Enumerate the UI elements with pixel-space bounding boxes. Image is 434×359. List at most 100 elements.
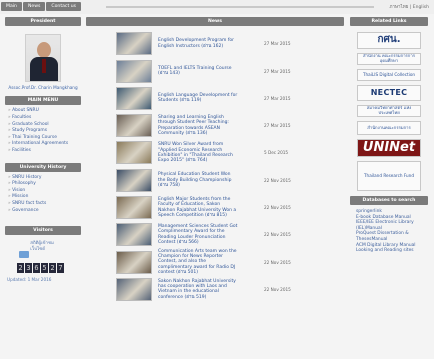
news-title[interactable]: TOEFL and IELTS Training Course (อ่าน 14… bbox=[158, 66, 238, 77]
news-thumbnail[interactable] bbox=[116, 32, 152, 56]
visitor-counter: 2 3 6 5 2 7 bbox=[17, 263, 81, 274]
news-title[interactable]: Physical Education Student Won the Body … bbox=[158, 172, 238, 188]
news-date: 22 Nov 2015 bbox=[264, 232, 291, 238]
counter-digit: 3 bbox=[25, 263, 32, 274]
news-item[interactable]: TOEFL and IELTS Training Course (อ่าน 14… bbox=[86, 59, 344, 83]
news-item[interactable]: Sharing and Learning English through Stu… bbox=[86, 114, 344, 138]
news-title[interactable]: English Major Students from the Faculty … bbox=[158, 197, 238, 219]
visitors-header: Visitors bbox=[5, 226, 81, 236]
related-link-banner[interactable]: Thailand Research Fund bbox=[357, 161, 421, 191]
related-link-banner[interactable]: สำนักงานคณะกรรมการ bbox=[357, 121, 421, 135]
divider bbox=[106, 6, 374, 8]
databases-list: springerlink E-book Database Manual IEEE/I… bbox=[350, 205, 428, 254]
news-date: 22 Nov 2015 bbox=[264, 177, 291, 183]
news-item[interactable]: English Development Program for English … bbox=[86, 32, 344, 56]
related-link-banner[interactable]: UNINet bbox=[357, 139, 421, 157]
news-read-count: (อ่าน 136) bbox=[185, 131, 208, 137]
menu-item-faculties[interactable]: Faculties bbox=[8, 115, 79, 122]
news-title[interactable]: Sharing and Learning English through Stu… bbox=[158, 115, 238, 137]
topnav-contact[interactable]: Contact us bbox=[46, 2, 82, 11]
news-item[interactable]: Physical Education Student Won the Body … bbox=[86, 168, 344, 192]
news-item[interactable]: SNRU Won Silver Award from "Applied Econ… bbox=[86, 141, 344, 165]
news-date: 5 Dec 2015 bbox=[264, 150, 289, 156]
news-thumbnail[interactable] bbox=[116, 86, 152, 110]
database-link[interactable]: ProQuest Dissertation & ThesesManual bbox=[356, 231, 426, 242]
menu-item-about[interactable]: About SNRU bbox=[8, 108, 79, 115]
history-item-mission[interactable]: Mission bbox=[8, 194, 79, 201]
right-column: Related Links กศน. สำนักงาน คณะกรรมการการ… bbox=[350, 17, 428, 254]
news-date: 27 Mar 2015 bbox=[264, 123, 291, 129]
related-links-header: Related Links bbox=[350, 17, 428, 26]
news-panel: News English Development Program for Eng… bbox=[86, 17, 344, 305]
president-photo[interactable] bbox=[25, 34, 61, 82]
top-bar: Main News Contact us ภาษาไทย | English bbox=[0, 0, 434, 14]
visitor-label-line2: เว็บไซต์ bbox=[30, 246, 46, 252]
menu-item-facilities[interactable]: Facilities bbox=[8, 148, 79, 155]
news-thumbnail[interactable] bbox=[116, 59, 152, 83]
president-name[interactable]: Assoc.Prof.Dr. Charin Mangkhang bbox=[5, 85, 81, 90]
menu-item-programs[interactable]: Study Programs bbox=[8, 128, 79, 135]
related-link-banner[interactable]: NECTEC bbox=[357, 85, 421, 101]
top-nav: Main News Contact us bbox=[1, 2, 82, 11]
news-list: English Development Program for English … bbox=[86, 32, 344, 301]
president-header: President bbox=[5, 17, 81, 26]
visitors-panel: Visitors สถิติผู้เข้าชม เว็บไซต์ 2 3 6 5… bbox=[5, 226, 81, 282]
topnav-main[interactable]: Main bbox=[1, 2, 22, 11]
news-thumbnail[interactable] bbox=[116, 114, 152, 138]
news-date: 22 Nov 2015 bbox=[264, 259, 291, 265]
news-read-count: (อ่าน 162) bbox=[201, 43, 224, 49]
news-title[interactable]: SNRU Won Silver Award from "Applied Econ… bbox=[158, 142, 238, 164]
news-thumbnail[interactable] bbox=[116, 196, 152, 220]
news-thumbnail[interactable] bbox=[116, 250, 152, 274]
main-menu-header: MAIN MENU bbox=[5, 96, 81, 106]
news-date: 22 Nov 2015 bbox=[264, 286, 291, 292]
visitor-updated: Updated: 1 Mar 2016 bbox=[7, 277, 52, 283]
news-thumbnail[interactable] bbox=[116, 141, 152, 165]
history-item-facts[interactable]: SNRU fact facts bbox=[8, 201, 79, 208]
news-thumbnail[interactable] bbox=[116, 168, 152, 192]
history-item-philosophy[interactable]: Philosophy bbox=[8, 181, 79, 188]
topnav-news[interactable]: News bbox=[22, 2, 46, 11]
president-panel: President Assoc.Prof.Dr. Charin Mangkhan… bbox=[5, 17, 81, 90]
news-thumbnail[interactable] bbox=[116, 277, 152, 301]
news-title[interactable]: English Development Program for English … bbox=[158, 38, 238, 49]
news-date: 27 Mar 2015 bbox=[264, 41, 291, 47]
news-header: News bbox=[86, 17, 344, 26]
news-item[interactable]: Communication Arts team won the Champion… bbox=[86, 249, 344, 276]
related-link-banner[interactable]: กศน. bbox=[357, 32, 421, 49]
language-switch[interactable]: ภาษาไทย | English bbox=[390, 3, 429, 10]
counter-digit: 5 bbox=[41, 263, 48, 274]
news-title[interactable]: Sakon Nakhon Rajabhat University has coo… bbox=[158, 279, 238, 301]
news-thumbnail[interactable] bbox=[116, 223, 152, 247]
main-menu: MAIN MENU About SNRU Faculties Graduate … bbox=[5, 96, 81, 156]
news-read-count: (อ่าน 764) bbox=[185, 158, 208, 164]
databases-header: Databases to search bbox=[350, 196, 428, 205]
news-date: 22 Nov 2015 bbox=[264, 205, 291, 211]
news-item[interactable]: Management Sciences Student Got Complime… bbox=[86, 223, 344, 247]
news-title[interactable]: Communication Arts team won the Champion… bbox=[158, 249, 238, 276]
related-links: กศน. สำนักงาน คณะกรรมการการอุดมศึกษา ThaiL… bbox=[350, 32, 428, 191]
database-link[interactable]: IEEE/IEE Electronic Library (IEL)Manual bbox=[356, 220, 426, 231]
news-item[interactable]: English Language Development for Student… bbox=[86, 86, 344, 111]
counter-digit: 7 bbox=[57, 263, 64, 274]
history-item-governance[interactable]: Governance bbox=[8, 208, 79, 215]
news-item[interactable]: English Major Students from the Faculty … bbox=[86, 196, 344, 220]
news-title-text[interactable]: Physical Education Student Won the Body … bbox=[158, 172, 231, 182]
history-menu: University History SNRU History Philosop… bbox=[5, 162, 81, 217]
news-item[interactable]: Sakon Nakhon Rajabhat University has coo… bbox=[86, 277, 344, 302]
database-link[interactable]: Looking and Reading sites bbox=[356, 248, 426, 254]
news-read-count: (อ่าน 566) bbox=[176, 240, 199, 246]
visitor-label-line1: สถิติผู้เข้าชม bbox=[30, 241, 54, 247]
news-date: 27 Mar 2015 bbox=[264, 95, 291, 101]
related-link-banner[interactable]: สมาคมวิทยาศาสตร์ แห่งประเทศไทย bbox=[357, 105, 421, 117]
news-read-count: (อ่าน 519) bbox=[184, 294, 207, 300]
related-link-banner[interactable]: สำนักงาน คณะกรรมการการอุดมศึกษา bbox=[357, 53, 421, 65]
news-title[interactable]: Management Sciences Student Got Complime… bbox=[158, 224, 238, 246]
related-link-banner[interactable]: ThaiLIS Digital Collection bbox=[357, 69, 421, 81]
history-header: University History bbox=[5, 162, 81, 172]
news-title[interactable]: English Language Development for Student… bbox=[158, 93, 238, 104]
news-read-count: (อ่าน 143) bbox=[158, 71, 180, 77]
menu-item-agreements[interactable]: International Agreements bbox=[8, 141, 79, 148]
news-read-count: (อ่าน 758) bbox=[158, 182, 180, 188]
news-title-text[interactable]: TOEFL and IELTS Training Course bbox=[158, 66, 232, 71]
